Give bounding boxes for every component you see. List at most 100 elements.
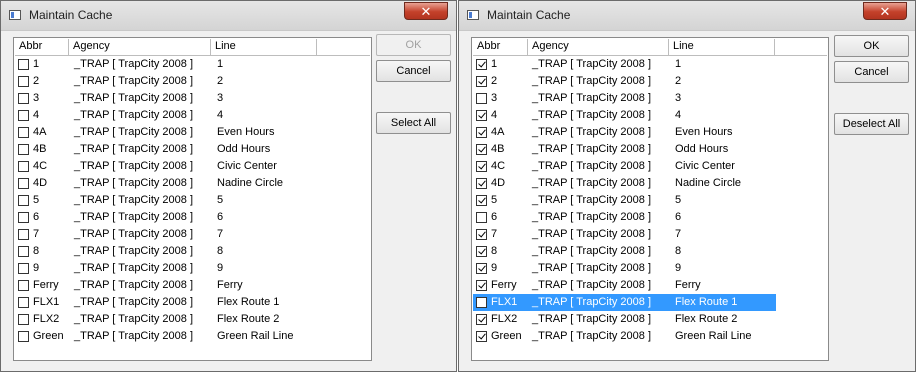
row-checkbox[interactable] <box>18 280 29 291</box>
row-checkbox[interactable] <box>476 229 487 240</box>
row-checkbox[interactable] <box>18 144 29 155</box>
row-checkbox[interactable] <box>18 263 29 274</box>
abbr-cell: Green <box>33 330 64 342</box>
row-checkbox[interactable] <box>18 212 29 223</box>
list-item[interactable]: 3 _TRAP [ TrapCity 2008 ] 3 <box>473 90 773 107</box>
column-header-abbr[interactable]: Abbr <box>15 39 69 55</box>
list-item[interactable]: Green _TRAP [ TrapCity 2008 ] Green Rail L… <box>15 328 315 345</box>
agency-cell: _TRAP [ TrapCity 2008 ] <box>532 194 652 206</box>
agency-cell: _TRAP [ TrapCity 2008 ] <box>532 109 652 121</box>
row-checkbox[interactable] <box>476 195 487 206</box>
list-item[interactable]: 4 _TRAP [ TrapCity 2008 ] 4 <box>15 107 315 124</box>
row-checkbox[interactable] <box>18 59 29 70</box>
deselect-all-button[interactable]: Deselect All <box>834 113 909 135</box>
line-cell: 9 <box>217 262 224 274</box>
row-checkbox[interactable] <box>18 246 29 257</box>
row-checkbox[interactable] <box>18 297 29 308</box>
line-cell: Nadine Circle <box>217 177 284 189</box>
list-item[interactable]: 3 _TRAP [ TrapCity 2008 ] 3 <box>15 90 315 107</box>
agency-cell: _TRAP [ TrapCity 2008 ] <box>74 296 194 308</box>
ok-button[interactable]: OK <box>834 35 909 57</box>
list-item[interactable]: 6 _TRAP [ TrapCity 2008 ] 6 <box>15 209 315 226</box>
agency-cell: _TRAP [ TrapCity 2008 ] <box>74 228 194 240</box>
list-item[interactable]: Ferry _TRAP [ TrapCity 2008 ] Ferry <box>15 277 315 294</box>
row-checkbox[interactable] <box>476 263 487 274</box>
row-checkbox[interactable] <box>476 280 487 291</box>
list-item[interactable]: FLX1 _TRAP [ TrapCity 2008 ] Flex Route 1 <box>15 294 315 311</box>
list-item[interactable]: 4B _TRAP [ TrapCity 2008 ] Odd Hours <box>15 141 315 158</box>
close-button[interactable]: ✕ <box>863 2 907 20</box>
abbr-cell: 4 <box>491 109 498 121</box>
list-item[interactable]: 8 _TRAP [ TrapCity 2008 ] 8 <box>15 243 315 260</box>
column-header-agency[interactable]: Agency <box>528 39 669 55</box>
list-item[interactable]: 2 _TRAP [ TrapCity 2008 ] 2 <box>473 73 773 90</box>
list-item[interactable]: 1 _TRAP [ TrapCity 2008 ] 1 <box>473 56 773 73</box>
list-item[interactable]: 9 _TRAP [ TrapCity 2008 ] 9 <box>473 260 773 277</box>
list-item[interactable]: 2 _TRAP [ TrapCity 2008 ] 2 <box>15 73 315 90</box>
list-item[interactable]: Ferry _TRAP [ TrapCity 2008 ] Ferry <box>473 277 773 294</box>
row-checkbox[interactable] <box>18 331 29 342</box>
maintain-cache-dialog-right: Maintain Cache ✕ Abbr Agency Line 1 _TRAP… <box>458 0 916 372</box>
line-cell: Ferry <box>217 279 243 291</box>
list-item[interactable]: 8 _TRAP [ TrapCity 2008 ] 8 <box>473 243 773 260</box>
row-checkbox[interactable] <box>18 195 29 206</box>
list-item[interactable]: 1 _TRAP [ TrapCity 2008 ] 1 <box>15 56 315 73</box>
list-item[interactable]: Green _TRAP [ TrapCity 2008 ] Green Rail L… <box>473 328 773 345</box>
list-item[interactable]: 4 _TRAP [ TrapCity 2008 ] 4 <box>473 107 773 124</box>
ok-button[interactable]: OK <box>376 34 451 56</box>
list-item[interactable]: FLX2 _TRAP [ TrapCity 2008 ] Flex Route 2 <box>15 311 315 328</box>
row-checkbox[interactable] <box>476 59 487 70</box>
list-item[interactable]: 4C _TRAP [ TrapCity 2008 ] Civic Center <box>15 158 315 175</box>
line-cell: 2 <box>217 75 224 87</box>
list-item[interactable]: 5 _TRAP [ TrapCity 2008 ] 5 <box>473 192 773 209</box>
list-item[interactable]: 4A _TRAP [ TrapCity 2008 ] Even Hours <box>15 124 315 141</box>
select-all-button[interactable]: Select All <box>376 112 451 134</box>
row-checkbox[interactable] <box>18 229 29 240</box>
cancel-button[interactable]: Cancel <box>376 60 451 82</box>
column-header-line[interactable]: Line <box>669 39 775 55</box>
lines-listbox[interactable]: Abbr Agency Line 1 _TRAP [ TrapCity 2008 … <box>471 37 829 361</box>
row-checkbox[interactable] <box>476 314 487 325</box>
row-checkbox[interactable] <box>476 110 487 121</box>
list-item[interactable]: FLX1 _TRAP [ TrapCity 2008 ] Flex Route 1 <box>473 294 776 311</box>
list-item[interactable]: 4B _TRAP [ TrapCity 2008 ] Odd Hours <box>473 141 773 158</box>
row-checkbox[interactable] <box>18 127 29 138</box>
row-checkbox[interactable] <box>18 76 29 87</box>
close-button[interactable]: ✕ <box>404 2 448 20</box>
row-checkbox[interactable] <box>18 110 29 121</box>
column-header-line[interactable]: Line <box>211 39 317 55</box>
row-checkbox[interactable] <box>476 331 487 342</box>
list-item[interactable]: FLX2 _TRAP [ TrapCity 2008 ] Flex Route 2 <box>473 311 773 328</box>
row-checkbox[interactable] <box>476 93 487 104</box>
row-checkbox[interactable] <box>18 93 29 104</box>
row-checkbox[interactable] <box>476 178 487 189</box>
row-checkbox[interactable] <box>18 178 29 189</box>
row-checkbox[interactable] <box>476 212 487 223</box>
row-checkbox[interactable] <box>476 76 487 87</box>
list-item[interactable]: 4C _TRAP [ TrapCity 2008 ] Civic Center <box>473 158 773 175</box>
list-item[interactable]: 4D _TRAP [ TrapCity 2008 ] Nadine Circle <box>473 175 773 192</box>
cancel-button[interactable]: Cancel <box>834 61 909 83</box>
row-checkbox[interactable] <box>18 161 29 172</box>
column-header-agency[interactable]: Agency <box>69 39 211 55</box>
maintain-cache-dialog-left: Maintain Cache ✕ Abbr Agency Line 1 _TRAP… <box>0 0 457 372</box>
list-item[interactable]: 4A _TRAP [ TrapCity 2008 ] Even Hours <box>473 124 773 141</box>
row-checkbox[interactable] <box>476 246 487 257</box>
row-checkbox[interactable] <box>476 161 487 172</box>
list-item[interactable]: 7 _TRAP [ TrapCity 2008 ] 7 <box>473 226 773 243</box>
row-checkbox[interactable] <box>476 127 487 138</box>
list-item[interactable]: 5 _TRAP [ TrapCity 2008 ] 5 <box>15 192 315 209</box>
row-checkbox[interactable] <box>18 314 29 325</box>
abbr-cell: FLX2 <box>33 313 60 325</box>
agency-cell: _TRAP [ TrapCity 2008 ] <box>74 177 194 189</box>
row-checkbox[interactable] <box>476 297 487 308</box>
lines-listbox[interactable]: Abbr Agency Line 1 _TRAP [ TrapCity 2008 … <box>13 37 372 361</box>
list-item[interactable]: 4D _TRAP [ TrapCity 2008 ] Nadine Circle <box>15 175 315 192</box>
abbr-cell: 4C <box>33 160 48 172</box>
list-item[interactable]: 9 _TRAP [ TrapCity 2008 ] 9 <box>15 260 315 277</box>
column-header-abbr[interactable]: Abbr <box>473 39 528 55</box>
list-item[interactable]: 6 _TRAP [ TrapCity 2008 ] 6 <box>473 209 773 226</box>
abbr-cell: FLX2 <box>491 313 518 325</box>
list-item[interactable]: 7 _TRAP [ TrapCity 2008 ] 7 <box>15 226 315 243</box>
row-checkbox[interactable] <box>476 144 487 155</box>
